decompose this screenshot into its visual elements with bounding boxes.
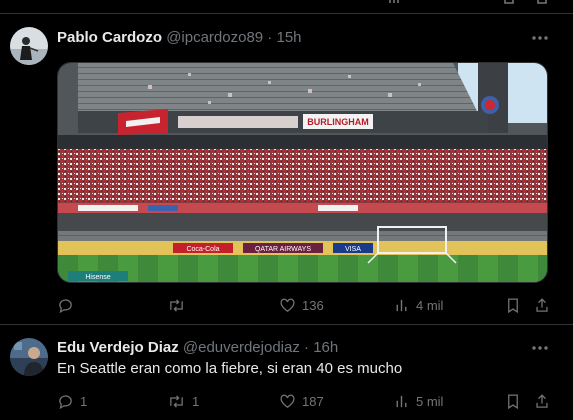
reply-icon [59, 394, 72, 409]
tweet-media[interactable]: BURLINGHAM Coca-Cola QATAR AIRWAYS VISA [57, 62, 548, 283]
views-icon[interactable] [388, 0, 400, 4]
tweet-actions: 136 4 mil [57, 294, 552, 316]
tweet-actions: 1 1 187 5 mil [57, 390, 552, 412]
stadium-image: BURLINGHAM Coca-Cola QATAR AIRWAYS VISA [58, 63, 547, 282]
share-icon[interactable] [536, 0, 548, 4]
views-icon [396, 299, 407, 311]
previous-tweet-actions [0, 0, 573, 12]
views-button[interactable]: 5 mil [393, 390, 443, 412]
avatar[interactable] [10, 338, 48, 376]
repost-count: 1 [192, 393, 200, 409]
view-count: 4 mil [416, 297, 444, 313]
author-name[interactable]: Pablo Cardozo [57, 29, 162, 46]
author-name[interactable]: Edu Verdejo Diaz [57, 339, 179, 356]
ad-board-3: VISA [345, 246, 361, 253]
bookmark-icon [508, 297, 518, 313]
separator: · [263, 29, 277, 46]
divider [0, 324, 573, 325]
author-handle[interactable]: @eduverdejodiaz [183, 339, 300, 356]
more-icon[interactable] [530, 338, 550, 358]
like-button[interactable]: 136 [279, 294, 324, 316]
bookmark-icon[interactable] [503, 0, 515, 4]
divider [0, 13, 573, 14]
tweet-header: Pablo Cardozo @ipcardozo89 · 15h [57, 28, 302, 48]
reply-button[interactable]: 1 [57, 390, 87, 412]
repost-button[interactable]: 1 [167, 390, 199, 412]
like-count: 187 [302, 393, 324, 409]
share-button[interactable] [534, 390, 550, 412]
reply-icon [59, 298, 72, 313]
bookmark-button[interactable] [505, 294, 521, 316]
like-icon [280, 394, 295, 408]
bookmark-icon [508, 393, 518, 409]
views-icon [396, 395, 407, 407]
like-button[interactable]: 187 [279, 390, 324, 412]
stand-banner-text: BURLINGHAM [307, 117, 369, 127]
like-count: 136 [302, 297, 324, 313]
repost-button[interactable] [167, 294, 192, 316]
separator: · [299, 339, 314, 356]
avatar[interactable] [10, 27, 48, 65]
tweet-header: Edu Verdejo Diaz @eduverdejodiaz · 16h [57, 338, 338, 358]
reply-count: 1 [80, 393, 88, 409]
repost-icon [170, 394, 183, 408]
view-count: 5 mil [416, 393, 444, 409]
ad-board-2: QATAR AIRWAYS [255, 246, 311, 253]
ad-board-1: Coca-Cola [186, 246, 219, 253]
share-icon [536, 393, 548, 408]
timestamp[interactable]: 15h [276, 29, 301, 46]
tweet-text: En Seattle eran como la fiebre, si eran … [57, 360, 403, 377]
views-button[interactable]: 4 mil [393, 294, 443, 316]
share-button[interactable] [534, 294, 550, 316]
bookmark-button[interactable] [505, 390, 521, 412]
share-icon [536, 297, 548, 312]
timestamp[interactable]: 16h [313, 339, 338, 356]
ad-board-4: Hisense [85, 274, 110, 281]
repost-icon [170, 298, 183, 312]
like-icon [280, 298, 295, 312]
reply-button[interactable] [57, 294, 80, 316]
author-handle[interactable]: @ipcardozo89 [166, 29, 263, 46]
more-icon[interactable] [530, 28, 550, 48]
